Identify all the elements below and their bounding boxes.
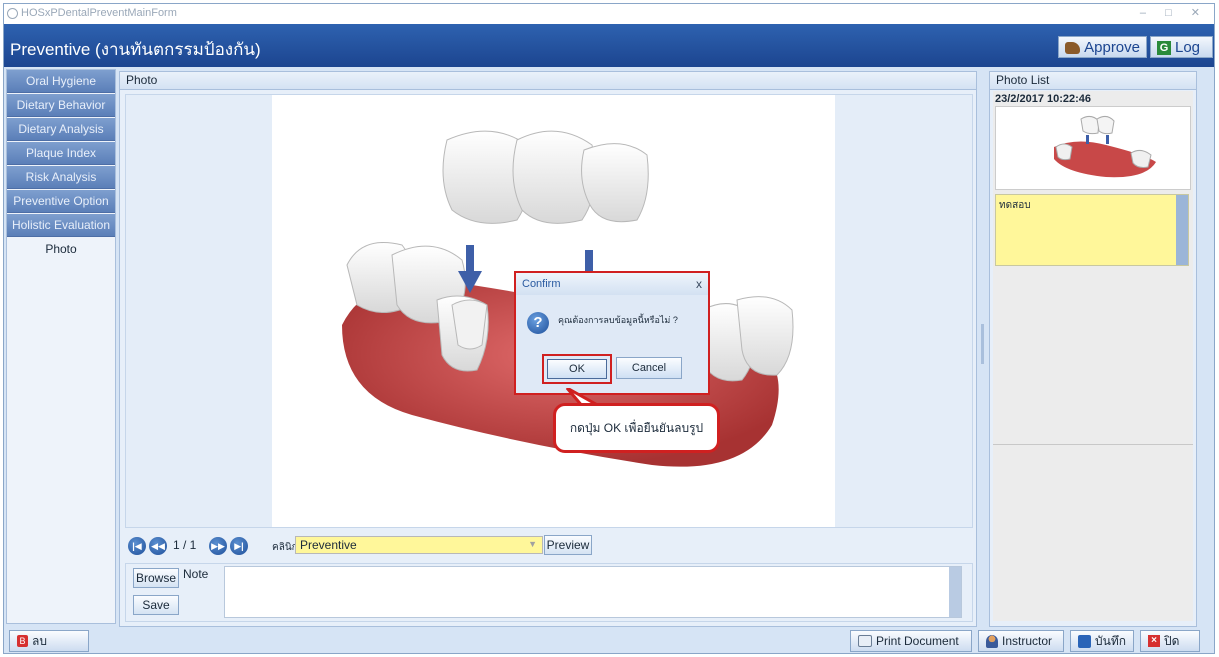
photo-list-panel: Photo List 23/2/2017 10:22:46 ทดสอบ (989, 71, 1197, 627)
dialog-message: คุณต้องการลบข้อมูลนี้หรือไม่ ? (558, 315, 678, 325)
confirm-dialog: Confirm x ? คุณต้องการลบข้อมูลนี้หรือไม่… (514, 271, 710, 395)
print-label: Print Document (876, 634, 959, 648)
photo-panel-title: Photo (120, 72, 976, 90)
sidebar-nav: Oral Hygiene Dietary Behavior Dietary An… (6, 69, 116, 624)
save-photo-button[interactable]: Save (133, 595, 179, 615)
instruction-callout: กดปุ่ม OK เพื่อยืนยันลบรูป (553, 403, 720, 453)
dialog-close-icon[interactable]: x (696, 273, 702, 295)
handshake-icon (1065, 41, 1081, 54)
window-title: HOSxPDentalPreventMainForm (21, 7, 177, 19)
approve-label: Approve (1084, 39, 1140, 56)
clinic-value: Preventive (300, 538, 357, 552)
first-page-icon[interactable]: |◀ (128, 537, 146, 555)
save-icon (1078, 634, 1091, 648)
trash-icon: B (17, 635, 28, 647)
preview-button[interactable]: Preview (544, 535, 592, 555)
approve-button[interactable]: Approve (1058, 36, 1147, 58)
dialog-header: Confirm x (516, 273, 708, 295)
browse-button[interactable]: Browse (133, 568, 179, 588)
photo-list-content: 23/2/2017 10:22:46 ทดสอบ (993, 91, 1193, 621)
sidebar-item-preventive-option[interactable]: Preventive Option (7, 190, 115, 213)
divider (993, 444, 1193, 445)
ok-highlight: OK (542, 354, 612, 384)
photo-datetime: 23/2/2017 10:22:46 (995, 93, 1092, 105)
photo-note-scrollbar[interactable] (1176, 195, 1188, 265)
photo-note-text: ทดสอบ (999, 200, 1031, 211)
page-title: Preventive (งานทันตกรรมป้องกัน) (10, 40, 261, 59)
app-icon (7, 8, 18, 19)
delete-label: ลบ (32, 633, 47, 648)
sidebar-item-dietary-analysis[interactable]: Dietary Analysis (7, 118, 115, 141)
header-bar: Preventive (งานทันตกรรมป้องกัน) Approve … (4, 24, 1214, 67)
print-document-button[interactable]: Print Document (850, 630, 972, 652)
clinic-label: คลินิก (272, 542, 298, 553)
prev-page-icon[interactable]: ◀◀ (149, 537, 167, 555)
close-label: ปิด (1164, 633, 1180, 648)
log-icon: G (1157, 40, 1171, 55)
sidebar-item-plaque-index[interactable]: Plaque Index (7, 142, 115, 165)
last-page-icon[interactable]: ▶| (230, 537, 248, 555)
dialog-title: Confirm (522, 278, 561, 290)
log-label: Log (1175, 39, 1201, 56)
save-label: บันทึก (1095, 633, 1126, 648)
sidebar-item-holistic-evaluation[interactable]: Holistic Evaluation (7, 214, 115, 237)
title-bar: HOSxPDentalPreventMainForm – □ ✕ (4, 4, 1214, 24)
photo-list-title: Photo List (990, 72, 1196, 90)
person-icon (986, 634, 998, 648)
ok-button[interactable]: OK (547, 359, 607, 379)
delete-button[interactable]: B ลบ (9, 630, 89, 652)
panel-splitter[interactable] (981, 324, 984, 364)
clinic-select[interactable]: Preventive ▼ (295, 536, 543, 554)
note-section: Browse Save Note (125, 563, 973, 622)
log-button[interactable]: G Log (1150, 36, 1213, 58)
photo-note: ทดสอบ (995, 194, 1189, 266)
question-icon: ? (527, 312, 549, 334)
instructor-button[interactable]: Instructor (978, 630, 1064, 652)
close-icon: × (1148, 635, 1160, 647)
cancel-button[interactable]: Cancel (616, 357, 682, 379)
photo-toolbar: |◀ ◀◀ 1 / 1 ▶▶ ▶| คลินิก Preventive ▼ Pr… (125, 531, 971, 559)
sidebar-item-risk-analysis[interactable]: Risk Analysis (7, 166, 115, 189)
printer-icon (858, 635, 872, 647)
save-button[interactable]: บันทึก (1070, 630, 1134, 652)
sidebar-item-photo[interactable]: Photo (7, 238, 115, 260)
thumbnail-illustration (1054, 115, 1156, 178)
window-controls[interactable]: – □ ✕ (1140, 6, 1208, 19)
photo-thumbnail[interactable] (995, 106, 1191, 190)
note-scrollbar[interactable] (949, 567, 961, 617)
note-label: Note (183, 567, 209, 581)
sidebar-item-dietary-behavior[interactable]: Dietary Behavior (7, 94, 115, 117)
note-textarea[interactable] (224, 566, 962, 618)
instructor-label: Instructor (1002, 634, 1053, 648)
next-page-icon[interactable]: ▶▶ (209, 537, 227, 555)
page-counter: 1 / 1 (173, 538, 197, 552)
close-button[interactable]: × ปิด (1140, 630, 1200, 652)
chevron-down-icon[interactable]: ▼ (528, 539, 537, 549)
sidebar-item-oral-hygiene[interactable]: Oral Hygiene (7, 70, 115, 93)
